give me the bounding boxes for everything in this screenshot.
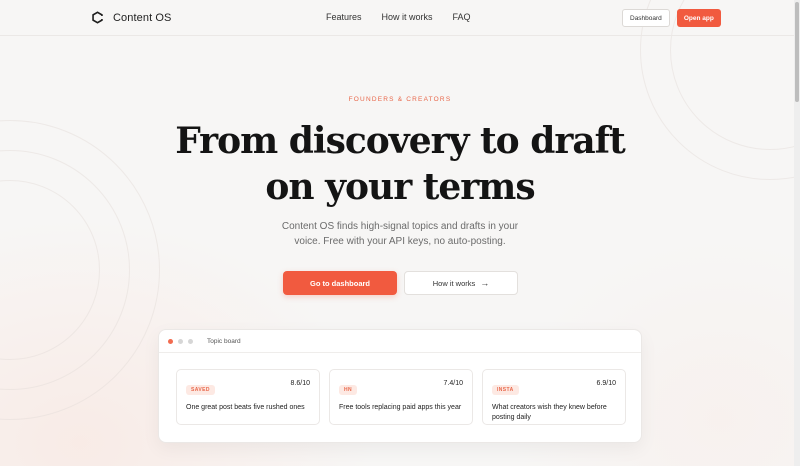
- dashboard-button[interactable]: Dashboard: [622, 9, 670, 27]
- main-nav: Features How it works FAQ: [326, 12, 471, 22]
- site-header: Content OS Features How it works FAQ Das…: [0, 0, 794, 36]
- topic-board-preview: Topic board SAVED 8.6/10 One great post …: [158, 329, 642, 443]
- topic-title: Free tools replacing paid apps this year: [339, 404, 462, 411]
- content-os-logo-icon: [92, 11, 103, 24]
- topic-title: What creators wish they knew before post…: [492, 404, 607, 421]
- topic-card[interactable]: SAVED 8.6/10 One great post beats five r…: [176, 369, 320, 425]
- source-tag: SAVED: [186, 385, 215, 395]
- nav-link-how-it-works[interactable]: How it works: [382, 12, 433, 22]
- hero-headline: From discovery to draft on your terms: [0, 118, 800, 210]
- go-to-dashboard-button[interactable]: Go to dashboard: [283, 271, 397, 295]
- scrollbar-thumb[interactable]: [795, 2, 799, 102]
- arrow-right-icon: →: [480, 278, 490, 288]
- headline-line-2: on your terms: [265, 166, 535, 208]
- window-dot-gray: [178, 338, 183, 344]
- brand[interactable]: Content OS: [90, 10, 171, 25]
- window-dot-red: [168, 338, 173, 344]
- source-tag: HN: [339, 385, 358, 395]
- board-title-bar: Topic board: [159, 330, 641, 353]
- nav-link-features[interactable]: Features: [326, 12, 362, 22]
- topic-card-list: SAVED 8.6/10 One great post beats five r…: [176, 369, 626, 425]
- brand-name: Content OS: [113, 11, 172, 24]
- topic-card[interactable]: INSTA 6.9/10 What creators wish they kne…: [482, 369, 626, 425]
- board-title: Topic board: [207, 337, 241, 345]
- open-app-button[interactable]: Open app: [676, 9, 721, 27]
- hero-eyebrow: FOUNDERS & CREATORS: [348, 96, 452, 103]
- how-it-works-button[interactable]: How it works →: [404, 271, 518, 295]
- topic-score: 6.9/10: [596, 380, 616, 387]
- topic-title: One great post beats five rushed ones: [186, 404, 305, 411]
- window-dot-gray: [188, 338, 193, 344]
- how-it-works-label: How it works: [432, 278, 476, 288]
- hero-subtitle: Content OS finds high-signal topics and …: [281, 221, 519, 247]
- topic-score: 7.4/10: [443, 380, 463, 387]
- topic-card[interactable]: HN 7.4/10 Free tools replacing paid apps…: [329, 369, 473, 425]
- source-tag: INSTA: [492, 385, 519, 395]
- topic-score: 8.6/10: [290, 380, 310, 387]
- headline-line-1: From discovery to draft: [175, 120, 626, 162]
- nav-link-faq[interactable]: FAQ: [453, 12, 471, 22]
- page-scrollbar[interactable]: [794, 0, 800, 466]
- header-actions: Dashboard Open app: [622, 9, 721, 27]
